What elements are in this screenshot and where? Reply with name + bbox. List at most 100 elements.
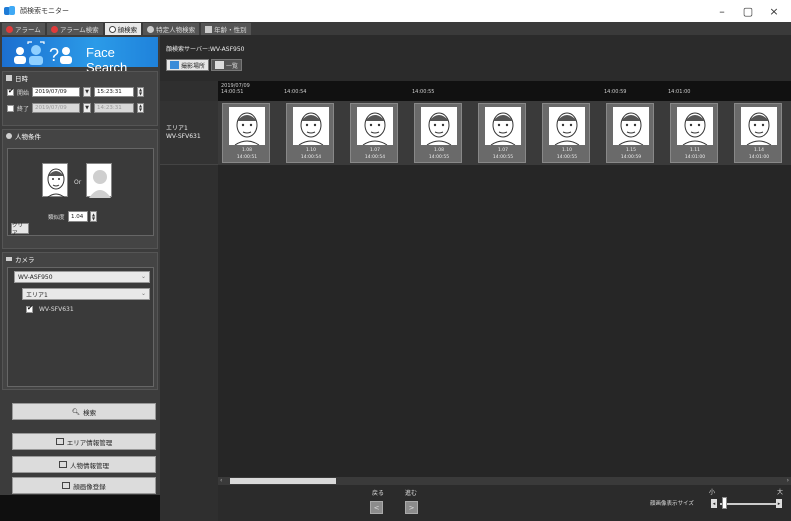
maximize-button[interactable]: ▢ bbox=[736, 0, 760, 22]
or-label: Or bbox=[74, 179, 82, 186]
close-button[interactable]: × bbox=[762, 0, 786, 22]
face-time: 14:01:00 bbox=[748, 155, 770, 160]
tab-specific-person[interactable]: 特定人物検索 bbox=[143, 23, 200, 35]
size-decrease-button[interactable]: ◂ bbox=[711, 499, 717, 508]
person-placeholder-icon bbox=[89, 170, 111, 198]
start-time-spinner[interactable]: ▲ ▼ bbox=[137, 87, 145, 97]
time-label: 14:00:54 bbox=[284, 89, 307, 95]
minimize-button[interactable]: – bbox=[710, 0, 734, 22]
window-title: 顔検索モニター bbox=[20, 7, 69, 15]
face-time: 14:00:51 bbox=[236, 155, 258, 160]
person-conditions-section: 人物条件 Or 類似度 1.04 ▲ ▼ クリア bbox=[2, 129, 158, 249]
tab-alarm-search[interactable]: アラーム検索 bbox=[46, 23, 103, 35]
time-label: 14:00:55 bbox=[412, 89, 435, 95]
similarity-label: 類似度 bbox=[48, 215, 65, 221]
back-button[interactable]: < bbox=[370, 501, 383, 514]
chevron-down-icon: ⌄ bbox=[140, 290, 146, 297]
register-face-button[interactable]: 顔画像登録 bbox=[12, 477, 156, 494]
face-result-card[interactable]: 1.10 14:00:54 bbox=[286, 103, 334, 163]
face-score: 1.10 bbox=[305, 148, 317, 153]
back-label: 戻る bbox=[372, 490, 385, 497]
face-result-card[interactable]: 1.07 14:00:55 bbox=[478, 103, 526, 163]
person-info-button[interactable]: 人物情報管理 bbox=[12, 456, 156, 473]
camera-icon bbox=[6, 257, 12, 261]
face-size-slider-thumb[interactable] bbox=[722, 497, 727, 509]
face-result-card[interactable]: 1.08 14:00:51 bbox=[222, 103, 270, 163]
similarity-field[interactable]: 1.04 bbox=[68, 211, 88, 222]
start-time-field[interactable]: 15:23:31 bbox=[94, 87, 135, 97]
face-size-slider[interactable] bbox=[720, 503, 776, 505]
datetime-header: 日時 bbox=[3, 72, 157, 84]
horizontal-scrollbar[interactable]: ‹ › bbox=[218, 477, 791, 485]
svg-text:?: ? bbox=[49, 45, 59, 65]
end-checkbox[interactable] bbox=[7, 104, 14, 112]
person-info-icon bbox=[59, 461, 67, 468]
end-time-spinner[interactable]: ▲ ▼ bbox=[137, 103, 145, 113]
status-area bbox=[0, 495, 160, 521]
location-view-icon bbox=[170, 61, 179, 69]
chevron-down-icon: ⌄ bbox=[140, 273, 146, 280]
clear-button[interactable]: クリア bbox=[11, 223, 29, 237]
tab-list-view[interactable]: 一覧 bbox=[211, 59, 243, 71]
size-increase-button[interactable]: ▸ bbox=[776, 499, 782, 508]
scroll-right-icon[interactable]: › bbox=[787, 477, 789, 484]
tab-face-search[interactable]: 顔検索 bbox=[104, 23, 142, 35]
area-info-icon bbox=[55, 438, 64, 445]
face-score: 1.11 bbox=[689, 148, 701, 153]
forward-button[interactable]: > bbox=[405, 501, 418, 514]
datetime-section: 日時 開始 2019/07/09 ▼ 15:23:31 ▲▼ 終了 2019/0… bbox=[2, 71, 158, 126]
face-result-card[interactable]: 1.07 14:00:54 bbox=[350, 103, 398, 163]
face-result-card[interactable]: 1.15 14:00:59 bbox=[606, 103, 654, 163]
end-date-field[interactable]: 2019/07/09 bbox=[32, 103, 81, 113]
face-search-banner: ? Face Search bbox=[2, 37, 158, 75]
server-label: 顔検索サーバー:WV-ASF950 bbox=[166, 46, 245, 53]
search-button[interactable]: 🔍︎ 検索 bbox=[12, 403, 156, 420]
tab-age-gender[interactable]: 年齢・性別 bbox=[201, 23, 251, 35]
camera-checkbox[interactable] bbox=[26, 304, 33, 313]
tab-alarm[interactable]: アラーム bbox=[2, 23, 45, 35]
person-image-box: Or 類似度 1.04 ▲ ▼ クリア bbox=[7, 148, 154, 237]
scrollbar-thumb[interactable] bbox=[230, 478, 336, 484]
tab-location-view[interactable]: 撮影場所 bbox=[166, 59, 210, 71]
register-face-icon bbox=[62, 482, 71, 489]
face-result-image bbox=[357, 107, 393, 146]
time-header: 2019/07/09 14:00:51 14:00:54 14:00:55 14… bbox=[218, 81, 791, 101]
start-date-field[interactable]: 2019/07/09 bbox=[32, 87, 81, 97]
face-result-image bbox=[421, 107, 457, 146]
camera-item[interactable]: WV-SFV631 bbox=[26, 304, 74, 313]
empty-face-slot[interactable] bbox=[86, 163, 112, 198]
face-time: 14:00:55 bbox=[556, 155, 578, 160]
face-result-image bbox=[549, 107, 585, 146]
camera-header: カメラ bbox=[3, 253, 157, 265]
start-row: 開始 2019/07/09 ▼ 15:23:31 ▲▼ bbox=[3, 84, 157, 100]
list-view-icon bbox=[215, 61, 225, 69]
app-icon bbox=[4, 5, 16, 17]
camera-section: カメラ WV-ASF950⌄ エリア1⌄ WV-SFV631 bbox=[2, 252, 158, 390]
end-time-field[interactable]: 14:23:31 bbox=[94, 103, 135, 113]
main-tab-bar: アラーム アラーム検索 顔検索 特定人物検索 年齢・性別 bbox=[0, 22, 791, 35]
server-select[interactable]: WV-ASF950 ⌄ bbox=[14, 271, 150, 283]
face-result-image bbox=[677, 107, 713, 146]
end-date-dropdown[interactable]: ▼ bbox=[83, 103, 92, 113]
area-select[interactable]: エリア1 ⌄ bbox=[22, 288, 150, 300]
face-time: 14:00:55 bbox=[428, 155, 450, 160]
face-result-card[interactable]: 1.14 14:01:00 bbox=[734, 103, 782, 163]
face-result-card[interactable]: 1.11 14:01:00 bbox=[670, 103, 718, 163]
results-panel: 顔検索サーバー:WV-ASF950 撮影場所 一覧 エリア1 WV-SFV631… bbox=[160, 35, 791, 521]
face-thumbnail[interactable] bbox=[42, 163, 68, 199]
end-row: 終了 2019/07/09 ▼ 14:23:31 ▲ ▼ bbox=[3, 100, 157, 116]
size-small-label: 小 bbox=[709, 489, 716, 496]
start-date-dropdown[interactable]: ▼ bbox=[83, 87, 92, 97]
person-conditions-header: 人物条件 bbox=[3, 130, 157, 142]
face-time: 14:00:55 bbox=[492, 155, 514, 160]
scroll-left-icon[interactable]: ‹ bbox=[220, 477, 222, 484]
camera-row-label: エリア1 WV-SFV631 bbox=[166, 125, 201, 140]
face-score: 1.07 bbox=[369, 148, 381, 153]
face-result-card[interactable]: 1.10 14:00:55 bbox=[542, 103, 590, 163]
forward-label: 進む bbox=[405, 490, 418, 497]
similarity-spinner[interactable]: ▲ ▼ bbox=[90, 211, 97, 222]
area-info-button[interactable]: エリア情報管理 bbox=[12, 433, 156, 450]
face-score: 1.08 bbox=[241, 148, 253, 153]
start-checkbox[interactable] bbox=[7, 87, 14, 96]
face-result-card[interactable]: 1.08 14:00:55 bbox=[414, 103, 462, 163]
